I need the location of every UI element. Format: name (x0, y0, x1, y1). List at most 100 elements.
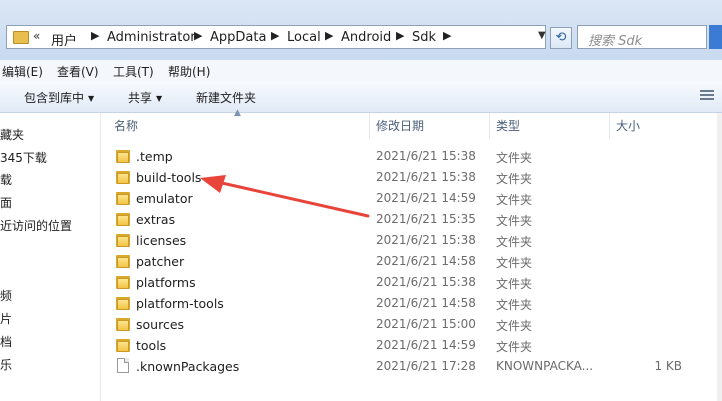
folder-icon (116, 275, 130, 289)
file-type: 文件夹 (496, 193, 533, 207)
address-bar[interactable]: « 用户 ▶ Administrator ▶ AppData ▶ Local ▶… (6, 25, 546, 49)
file-name: patcher (136, 254, 185, 269)
menu-bar: 编辑(E) 查看(V) 工具(T) 帮助(H) (0, 60, 722, 83)
file-modified: 2021/6/21 14:58 (376, 254, 476, 268)
crumb-separator-icon[interactable]: ▶ (325, 29, 333, 42)
table-row[interactable]: emulator 2021/6/21 14:59 文件夹 (108, 188, 693, 209)
file-modified: 2021/6/21 15:35 (376, 212, 476, 226)
table-row[interactable]: licenses 2021/6/21 15:38 文件夹 (108, 230, 693, 251)
view-options-icon[interactable] (700, 90, 714, 104)
table-row[interactable]: extras 2021/6/21 15:35 文件夹 (108, 209, 693, 230)
file-modified: 2021/6/21 15:38 (376, 275, 476, 289)
menu-help[interactable]: 帮助(H) (168, 63, 210, 80)
nav-item-pictures[interactable]: 片 (0, 310, 12, 327)
file-type: 文件夹 (496, 277, 533, 291)
share-label: 共享 (128, 91, 153, 105)
file-name: sources (136, 317, 185, 332)
search-input[interactable]: 搜索 Sdk (577, 25, 707, 49)
table-row[interactable]: platforms 2021/6/21 15:38 文件夹 (108, 272, 693, 293)
nav-item-music[interactable]: 乐 (0, 356, 12, 373)
refresh-button[interactable]: ⟲ (550, 27, 572, 49)
file-name: build-tools (136, 170, 202, 185)
menu-edit[interactable]: 编辑(E) (2, 63, 43, 80)
file-modified: 2021/6/21 15:38 (376, 170, 476, 184)
table-row[interactable]: sources 2021/6/21 15:00 文件夹 (108, 314, 693, 335)
column-header-type[interactable]: 类型 (490, 113, 610, 139)
table-row[interactable]: platform-tools 2021/6/21 14:58 文件夹 (108, 293, 693, 314)
file-modified: 2021/6/21 15:38 (376, 149, 476, 163)
column-header-size[interactable]: 大小 (610, 113, 717, 139)
navigation-pane: 藏夹 345下载 载 面 近访问的位置 频 片 档 乐 (0, 113, 101, 401)
file-modified: 2021/6/21 14:59 (376, 191, 476, 205)
folder-icon (13, 31, 29, 44)
folder-icon (116, 212, 130, 226)
crumb-administrator[interactable]: Administrator (107, 30, 196, 45)
include-library-label: 包含到库中 (24, 91, 85, 105)
crumb-android[interactable]: Android (341, 30, 391, 45)
search-placeholder: 搜索 Sdk (588, 34, 643, 49)
file-name: .knownPackages (136, 359, 240, 374)
file-type: 文件夹 (496, 298, 533, 312)
table-row[interactable]: tools 2021/6/21 14:59 文件夹 (108, 335, 693, 356)
table-row[interactable]: patcher 2021/6/21 14:58 文件夹 (108, 251, 693, 272)
folder-icon (116, 149, 130, 163)
file-modified: 2021/6/21 15:38 (376, 233, 476, 247)
crumb-sdk[interactable]: Sdk (412, 30, 436, 45)
new-folder-button[interactable]: 新建文件夹 (196, 89, 256, 106)
crumb-local[interactable]: Local (287, 30, 321, 45)
vertical-scrollbar[interactable] (717, 113, 722, 401)
share-button[interactable]: 共享 ▼ (128, 89, 162, 106)
menu-tools[interactable]: 工具(T) (113, 63, 154, 80)
file-modified: 2021/6/21 17:28 (376, 359, 476, 373)
file-type: 文件夹 (496, 235, 533, 249)
crumb-separator-icon[interactable]: ▶ (443, 29, 451, 42)
nav-item-downloads[interactable]: 载 (0, 171, 12, 188)
command-toolbar: 包含到库中 ▼ 共享 ▼ 新建文件夹 (0, 82, 722, 113)
nav-item-desktop[interactable]: 面 (0, 194, 12, 211)
column-header-name[interactable]: 名称 (108, 113, 370, 139)
nav-item-2345-downloads[interactable]: 345下载 (0, 149, 47, 166)
file-type: 文件夹 (496, 256, 533, 270)
table-row[interactable]: .temp 2021/6/21 15:38 文件夹 (108, 146, 693, 167)
include-library-button[interactable]: 包含到库中 ▼ (24, 89, 94, 106)
file-type: KNOWNPACKA... (496, 359, 594, 373)
file-modified: 2021/6/21 15:00 (376, 317, 476, 331)
file-type: 文件夹 (496, 214, 533, 228)
file-name: licenses (136, 233, 187, 248)
folder-icon (116, 296, 130, 310)
refresh-icon: ⟲ (555, 30, 567, 45)
folder-icon (116, 233, 130, 247)
crumb-separator-icon[interactable]: ▶ (396, 29, 404, 42)
overflow-chevron[interactable]: « (33, 29, 40, 43)
file-name: tools (136, 338, 167, 353)
search-button[interactable] (709, 25, 722, 49)
crumb-separator-icon[interactable]: ▶ (271, 29, 279, 42)
nav-item-videos[interactable]: 频 (0, 287, 12, 304)
file-type: 文件夹 (496, 151, 533, 165)
column-header-modified[interactable]: 修改日期 (370, 113, 490, 139)
table-row[interactable]: .knownPackages 2021/6/21 17:28 KNOWNPACK… (108, 356, 693, 377)
file-name: emulator (136, 191, 193, 206)
file-name: platforms (136, 275, 196, 290)
crumb-separator-icon[interactable]: ▶ (91, 29, 99, 42)
folder-icon (116, 254, 130, 268)
folder-icon (116, 191, 130, 205)
table-row[interactable]: build-tools 2021/6/21 15:38 文件夹 (108, 167, 693, 188)
crumb-separator-icon[interactable]: ▶ (194, 29, 202, 42)
nav-item-favorites[interactable]: 藏夹 (0, 126, 24, 143)
crumb-users[interactable]: 用户 (51, 30, 77, 49)
crumb-appdata[interactable]: AppData (210, 30, 266, 45)
nav-item-recent-places[interactable]: 近访问的位置 (0, 217, 72, 234)
file-type: 文件夹 (496, 340, 533, 354)
chevron-down-icon: ▼ (88, 94, 95, 103)
file-name: .temp (136, 149, 173, 164)
folder-icon (116, 170, 130, 184)
file-size: 1 KB (654, 359, 682, 373)
file-type: 文件夹 (496, 319, 533, 333)
file-modified: 2021/6/21 14:58 (376, 296, 476, 310)
file-type: 文件夹 (496, 172, 533, 186)
nav-item-documents[interactable]: 档 (0, 333, 12, 350)
file-modified: 2021/6/21 14:59 (376, 338, 476, 352)
menu-view[interactable]: 查看(V) (57, 63, 99, 80)
address-dropdown-icon[interactable]: ▼ (538, 30, 546, 41)
